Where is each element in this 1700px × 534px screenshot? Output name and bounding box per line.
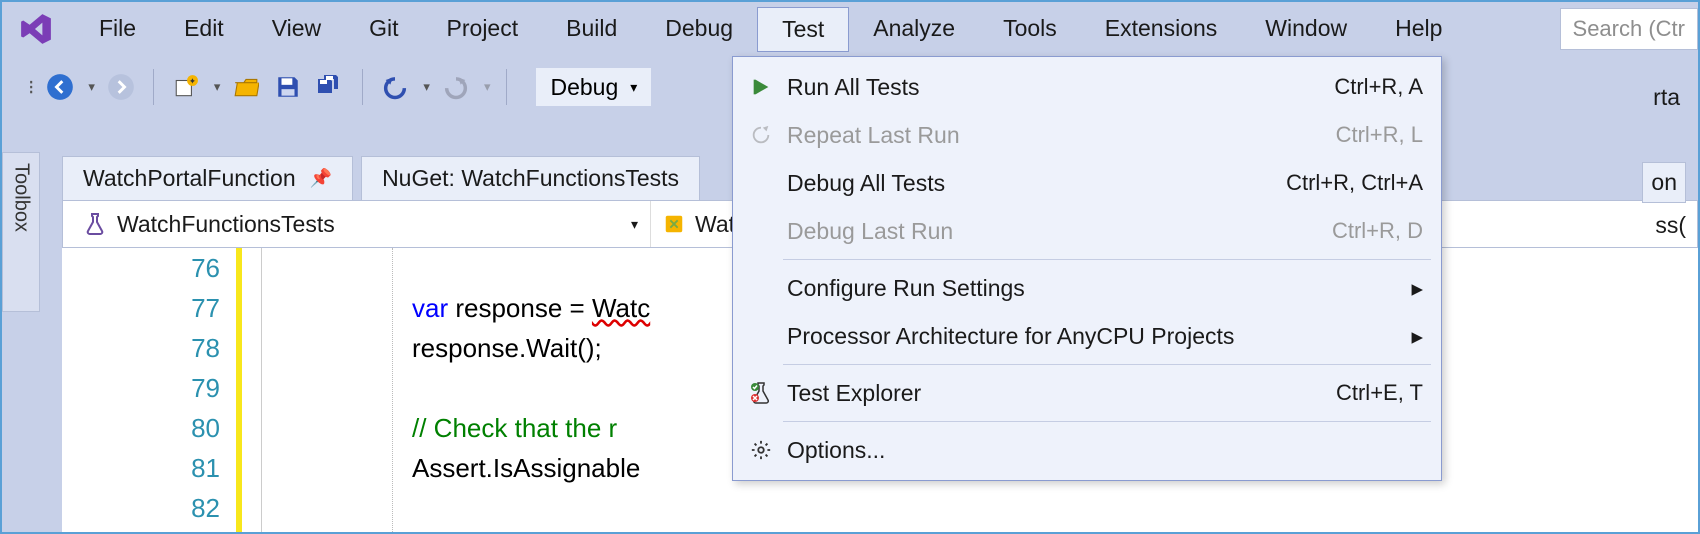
- test-explorer-icon: [741, 381, 781, 405]
- truncated-text: rta: [1653, 84, 1680, 111]
- search-placeholder: Search (Ctr: [1573, 16, 1685, 42]
- doc-tab[interactable]: WatchPortalFunction📌: [62, 156, 353, 200]
- document-tabs: WatchPortalFunction📌NuGet: WatchFunction…: [62, 152, 708, 200]
- menu-test[interactable]: Test: [757, 7, 849, 52]
- redo-button[interactable]: [440, 71, 472, 103]
- menu-file[interactable]: File: [75, 7, 160, 52]
- menu-window[interactable]: Window: [1241, 7, 1371, 52]
- chevron-down-icon[interactable]: ▾: [421, 79, 430, 95]
- menu-build[interactable]: Build: [542, 7, 641, 52]
- code-line[interactable]: [412, 488, 1698, 528]
- menu-separator: [783, 259, 1431, 260]
- menu-item-test-explorer[interactable]: Test ExplorerCtrl+E, T: [733, 369, 1441, 417]
- editor-margin: [242, 248, 262, 532]
- menu-separator: [783, 364, 1431, 365]
- menu-item-debug-last-run: Debug Last RunCtrl+R, D: [733, 207, 1441, 255]
- nav-back-button[interactable]: [44, 71, 76, 103]
- doc-tab[interactable]: NuGet: WatchFunctionsTests: [361, 156, 700, 200]
- toolbox-tab[interactable]: Toolbox: [2, 152, 40, 312]
- menu-item-processor-architecture-for-anycpu-projects[interactable]: Processor Architecture for AnyCPU Projec…: [733, 312, 1441, 360]
- chevron-down-icon: ▾: [631, 216, 638, 233]
- menu-view[interactable]: View: [248, 7, 345, 52]
- submenu-arrow-icon: ▸: [1411, 323, 1423, 350]
- open-button[interactable]: [230, 71, 262, 103]
- repeat-icon: [741, 124, 781, 146]
- menu-analyze[interactable]: Analyze: [849, 7, 979, 52]
- menu-project[interactable]: Project: [423, 7, 543, 52]
- vs-logo-icon: [17, 10, 55, 48]
- flask-icon: [83, 212, 107, 236]
- gear-icon: [741, 439, 781, 461]
- chevron-down-icon[interactable]: ▾: [482, 79, 491, 95]
- undo-button[interactable]: [379, 71, 411, 103]
- menu-separator: [783, 421, 1431, 422]
- menu-extensions[interactable]: Extensions: [1081, 7, 1242, 52]
- submenu-arrow-icon: ▸: [1411, 275, 1423, 302]
- new-project-button[interactable]: ✦: [170, 71, 202, 103]
- svg-text:✦: ✦: [189, 76, 197, 86]
- save-all-button[interactable]: [314, 71, 346, 103]
- chevron-down-icon: ▾: [630, 79, 637, 96]
- line-number-gutter: 76777879808182: [62, 248, 242, 532]
- menu-tools[interactable]: Tools: [979, 7, 1081, 52]
- save-button[interactable]: [272, 71, 304, 103]
- test-menu-dropdown: Run All TestsCtrl+R, ARepeat Last RunCtr…: [732, 56, 1442, 481]
- truncated-nav: ss(: [1655, 212, 1686, 239]
- menu-help[interactable]: Help: [1371, 7, 1466, 52]
- menu-edit[interactable]: Edit: [160, 7, 248, 52]
- nav-scope-combo[interactable]: WatchFunctionsTests ▾: [71, 201, 651, 247]
- menu-item-run-all-tests[interactable]: Run All TestsCtrl+R, A: [733, 63, 1441, 111]
- solution-config-combo[interactable]: Debug ▾: [535, 67, 652, 107]
- truncated-tab: on: [1642, 162, 1686, 203]
- chevron-down-icon[interactable]: ▾: [212, 79, 221, 95]
- config-label: Debug: [550, 74, 618, 101]
- menu-bar: FileEditViewGitProjectBuildDebugTestAnal…: [2, 2, 1698, 56]
- class-icon: [663, 213, 685, 235]
- pin-icon[interactable]: 📌: [310, 168, 332, 189]
- menu-item-configure-run-settings[interactable]: Configure Run Settings▸: [733, 264, 1441, 312]
- menu-item-options-[interactable]: Options...: [733, 426, 1441, 474]
- menu-debug[interactable]: Debug: [641, 7, 757, 52]
- menu-item-debug-all-tests[interactable]: Debug All TestsCtrl+R, Ctrl+A: [733, 159, 1441, 207]
- search-input[interactable]: Search (Ctr: [1560, 8, 1698, 50]
- menu-item-repeat-last-run: Repeat Last RunCtrl+R, L: [733, 111, 1441, 159]
- nav-forward-button[interactable]: [105, 71, 137, 103]
- chevron-down-icon[interactable]: ▾: [86, 79, 95, 95]
- play-icon: [741, 76, 781, 98]
- menu-git[interactable]: Git: [345, 7, 422, 52]
